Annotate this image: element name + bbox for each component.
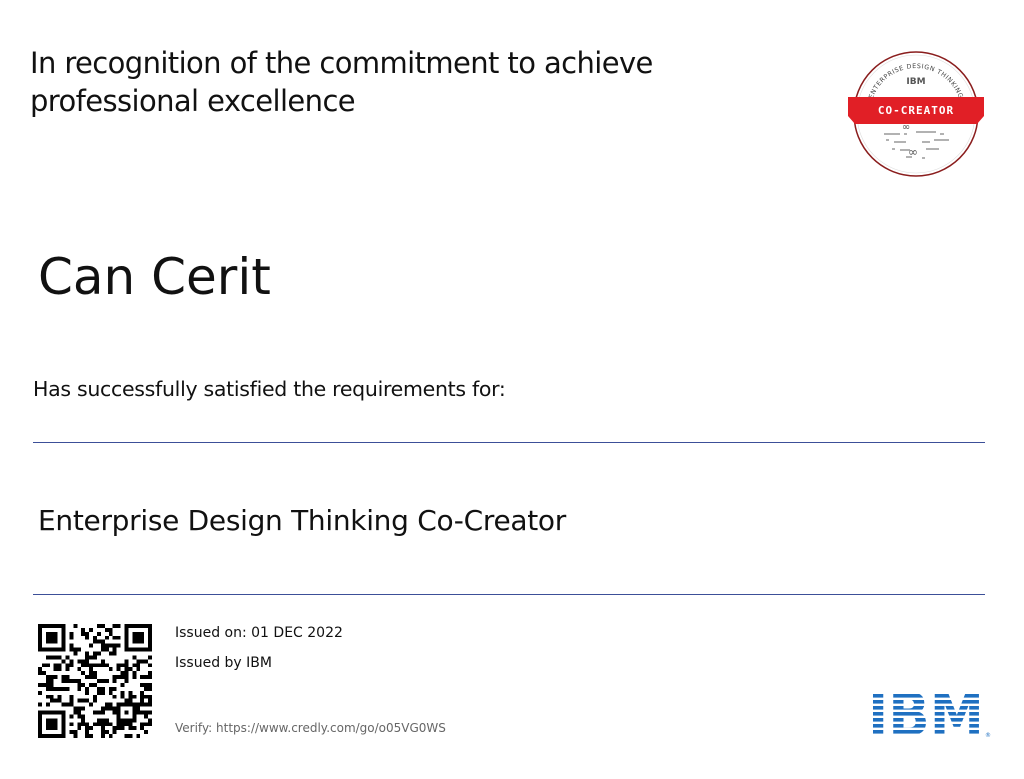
verify-link[interactable]: Verify: https://www.credly.com/go/o05VG0…	[175, 721, 446, 735]
divider-top	[33, 442, 985, 443]
recognition-statement: In recognition of the commitment to achi…	[30, 46, 653, 118]
qr-code[interactable]	[38, 624, 152, 738]
infinity-icon: ∞	[908, 145, 918, 159]
issued-on-date: Issued on: 01 DEC 2022	[175, 625, 343, 641]
issued-by: Issued by IBM	[175, 655, 272, 671]
badge-org: IBM	[906, 77, 925, 87]
ibm-logo-text: IBM	[868, 688, 984, 738]
recipient-name: Can Cerit	[38, 248, 271, 306]
registered-mark-icon: ®	[985, 732, 991, 738]
ibm-logo: IBM ®	[868, 688, 991, 738]
co-creator-badge: ENTERPRISE DESIGN THINKING IBM CO-CREATO…	[848, 51, 984, 177]
credential-name: Enterprise Design Thinking Co-Creator	[38, 504, 566, 537]
requirements-statement: Has successfully satisfied the requireme…	[33, 377, 506, 401]
infinity-icon: ∞	[902, 122, 910, 133]
badge-ribbon-text: CO-CREATOR	[878, 104, 954, 117]
divider-bottom	[33, 594, 985, 595]
